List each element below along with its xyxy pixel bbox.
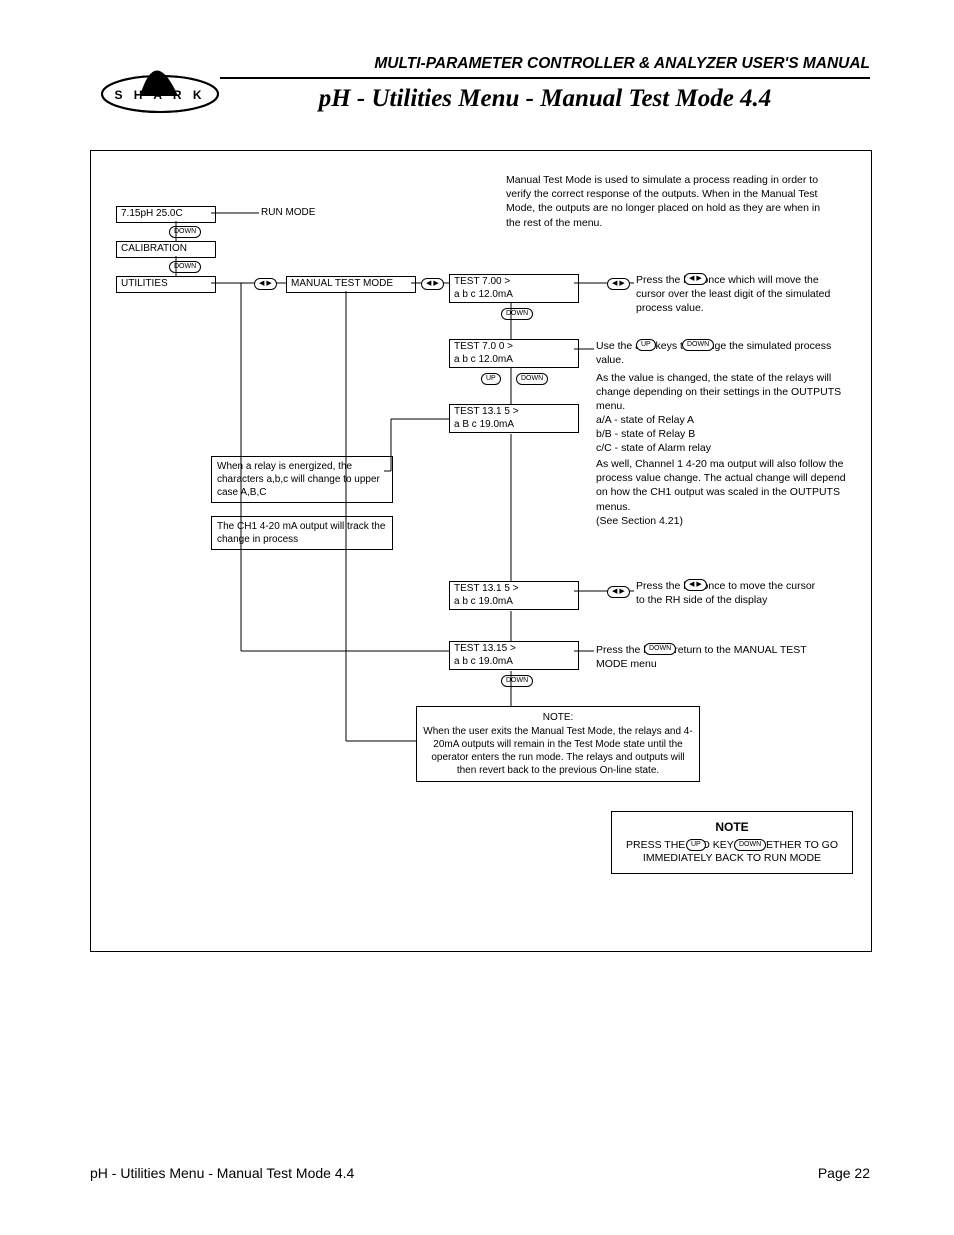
connectors <box>91 151 871 951</box>
shark-logo: S H A R K <box>100 50 220 120</box>
diagram-frame: Manual Test Mode is used to simulate a p… <box>90 150 872 952</box>
page-title: pH - Utilities Menu - Manual Test Mode 4… <box>220 85 870 113</box>
manual-title: MULTI-PARAMETER CONTROLLER & ANALYZER US… <box>220 55 870 79</box>
footer-right: Page 22 <box>818 1165 870 1181</box>
footer-left: pH - Utilities Menu - Manual Test Mode 4… <box>90 1165 354 1181</box>
svg-text:S H A R K: S H A R K <box>114 88 205 102</box>
